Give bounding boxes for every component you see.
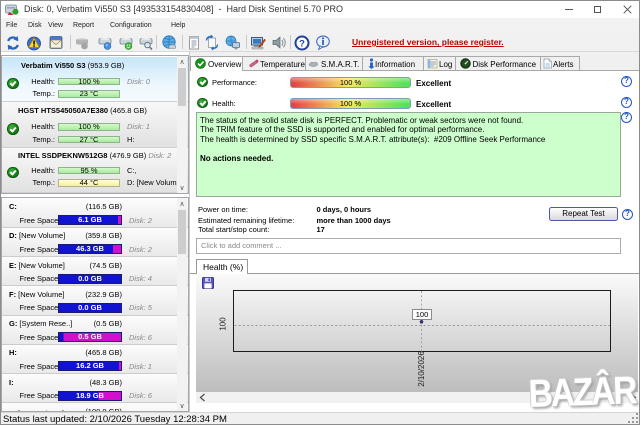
svg-text:?: ? [299,38,305,49]
